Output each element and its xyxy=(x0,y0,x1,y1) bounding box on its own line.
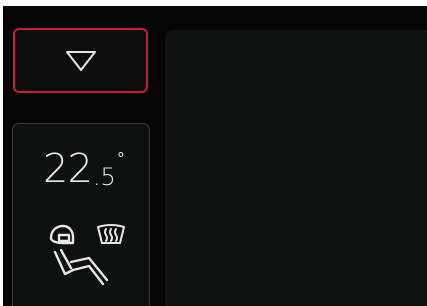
main-content-panel xyxy=(165,30,427,306)
collapse-menu-button[interactable] xyxy=(13,28,148,93)
temperature-decimal: .5 xyxy=(92,163,116,191)
temperature-integer: 22 xyxy=(43,146,93,192)
temperature-readout: 22 .5 ° xyxy=(43,149,125,189)
triangle-down-icon xyxy=(65,50,96,71)
temperature-unit: ° xyxy=(116,149,125,168)
climate-card[interactable]: 22 .5 ° xyxy=(12,123,150,306)
car-display-screen: 22 .5 ° xyxy=(3,6,427,306)
rear-defrost-icon[interactable] xyxy=(95,223,127,249)
